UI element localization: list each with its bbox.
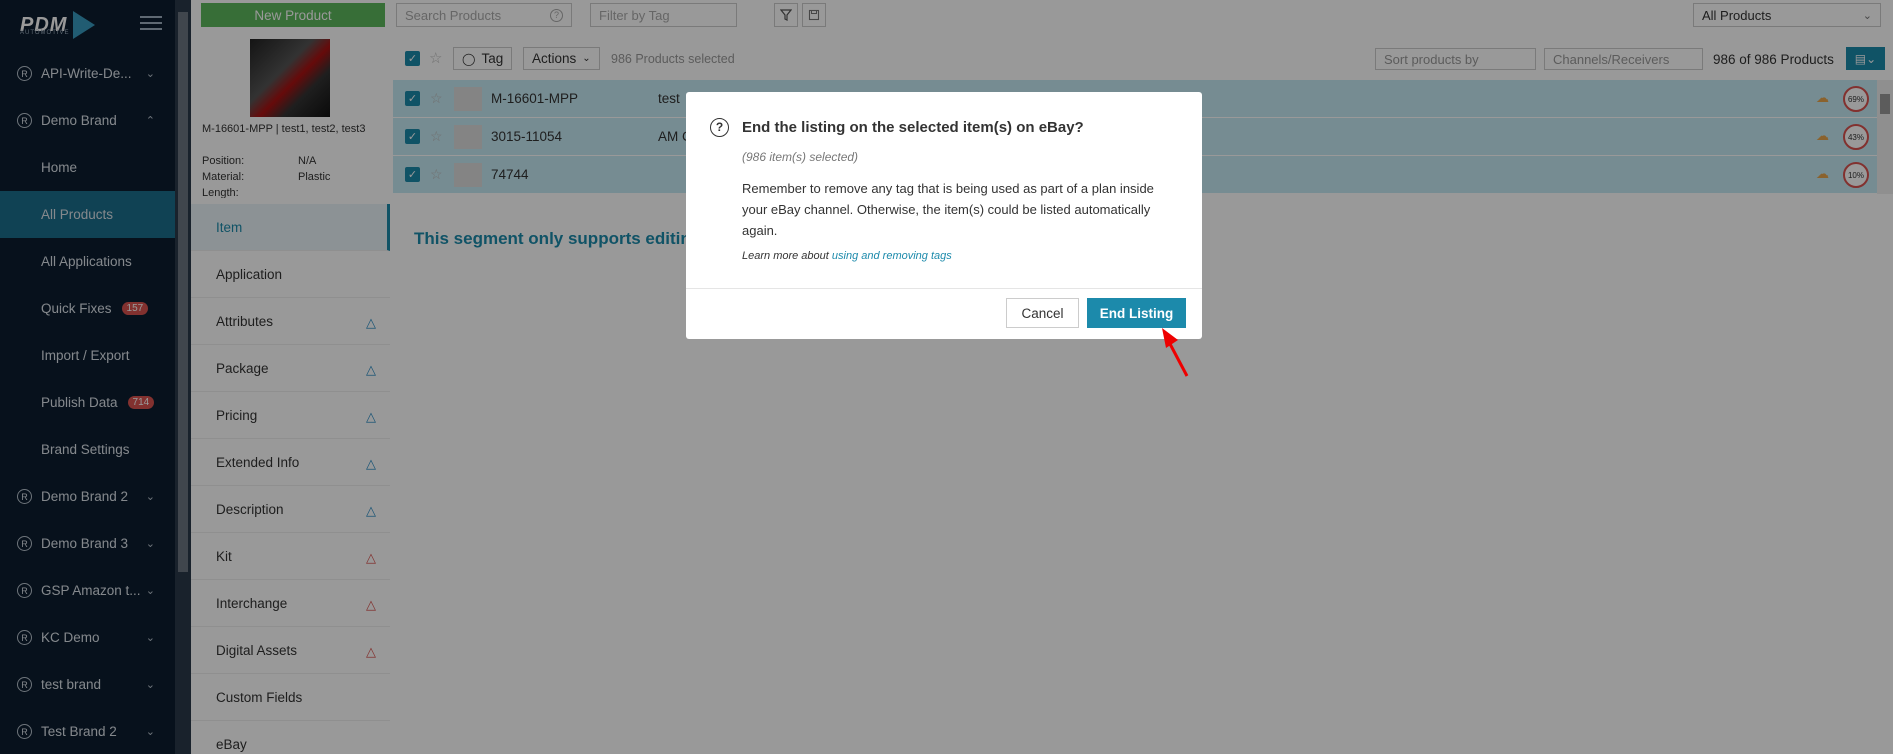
dialog-body: Remember to remove any tag that is being… [742,181,1154,238]
pointer-arrow-icon [1162,328,1189,377]
end-listing-dialog: ? End the listing on the selected item(s… [686,92,1202,339]
learn-more-text: Learn more about using and removing tags [742,250,952,262]
learn-more-prefix: Learn more about [742,250,829,262]
cancel-button[interactable]: Cancel [1006,298,1079,328]
learn-more-link[interactable]: using and removing tags [832,250,952,262]
dialog-title: End the listing on the selected item(s) … [742,119,1084,136]
dialog-divider [686,288,1202,289]
question-icon: ? [710,118,729,137]
dialog-selected-count: (986 item(s) selected) [742,150,859,164]
